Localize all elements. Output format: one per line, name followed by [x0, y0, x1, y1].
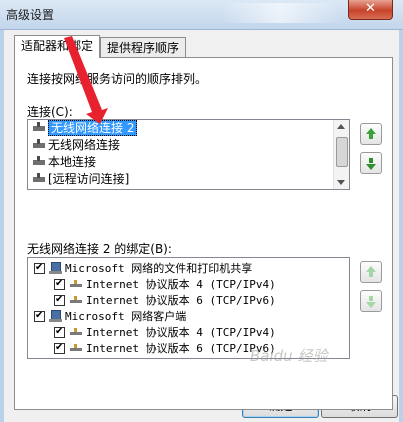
binding-label: Internet 协议版本 4 (TCP/IPv4) — [86, 326, 276, 339]
binding-checkbox[interactable] — [54, 292, 65, 308]
binding-item[interactable]: Internet 协议版本 4 (TCP/IPv4) — [28, 324, 349, 340]
arrow-up-stem — [369, 134, 373, 139]
connection-item[interactable]: [远程访问连接] — [28, 171, 349, 188]
connection-label: 本地连接 — [48, 155, 97, 169]
network-connection-icon — [32, 122, 46, 134]
protocol-icon — [70, 343, 82, 353]
remote-access-icon — [32, 173, 46, 185]
tab-provider-order[interactable]: 提供程序顺序 — [100, 37, 187, 57]
move-binding-up-button[interactable] — [360, 261, 382, 283]
binding-label: Internet 协议版本 4 (TCP/IPv4) — [86, 278, 276, 291]
window-title: 高级设置 — [6, 8, 55, 22]
title-bar: 高级设置 ✕ — [0, 0, 403, 30]
binding-checkbox[interactable] — [34, 308, 45, 324]
protocol-icon — [70, 295, 82, 305]
binding-label: Internet 协议版本 6 (TCP/IPv6) — [86, 294, 276, 307]
watermark: Baidu 经验 — [250, 347, 328, 365]
arrow-down-stem — [369, 296, 373, 301]
arrow-down-icon — [366, 164, 376, 170]
file-printer-sharing-icon — [49, 262, 62, 274]
arrow-up-stem — [369, 272, 373, 277]
binding-item[interactable]: Microsoft 网络客户端 — [28, 308, 349, 324]
connection-item[interactable]: 本地连接 — [28, 154, 349, 171]
protocol-icon — [70, 279, 82, 289]
connection-item[interactable]: 无线网络连接 — [28, 137, 349, 154]
network-connection-icon — [32, 156, 46, 168]
binding-item[interactable]: Internet 协议版本 4 (TCP/IPv4) — [28, 276, 349, 292]
scroll-down-icon[interactable] — [337, 180, 345, 185]
arrow-down-stem — [369, 158, 373, 163]
annotation-arrow-icon — [64, 36, 108, 124]
binding-label: Microsoft 网络客户端 — [65, 310, 187, 323]
order-description: 连接按网络服务访问的顺序排列。 — [27, 72, 208, 86]
connection-label: 无线网络连接 — [48, 138, 121, 152]
close-button[interactable]: ✕ — [348, 0, 393, 20]
binding-checkbox[interactable] — [54, 324, 65, 340]
connections-list[interactable]: 无线网络连接 2 无线网络连接 本地连接 [远程访问连接] — [27, 119, 350, 190]
connection-label: [远程访问连接] — [48, 172, 130, 186]
scroll-up-icon[interactable] — [337, 124, 345, 129]
protocol-icon — [70, 327, 82, 337]
network-client-icon — [49, 310, 62, 322]
binding-checkbox[interactable] — [34, 260, 45, 276]
binding-checkbox[interactable] — [54, 340, 65, 356]
bindings-list[interactable]: Microsoft 网络的文件和打印机共享 Internet 协议版本 4 (T… — [27, 257, 350, 359]
binding-checkbox[interactable] — [54, 276, 65, 292]
move-binding-down-button[interactable] — [360, 290, 382, 312]
bindings-label: 无线网络连接 2 的绑定(B): — [27, 242, 172, 256]
scroll-thumb[interactable] — [336, 137, 348, 167]
binding-item[interactable]: Internet 协议版本 6 (TCP/IPv6) — [28, 292, 349, 308]
move-connection-up-button[interactable] — [360, 123, 382, 145]
move-connection-down-button[interactable] — [360, 152, 382, 174]
binding-label: Internet 协议版本 6 (TCP/IPv6) — [86, 342, 276, 355]
binding-item[interactable]: Microsoft 网络的文件和打印机共享 — [28, 260, 349, 276]
connections-scrollbar[interactable] — [333, 120, 349, 189]
title-bar-glare — [220, 3, 340, 23]
network-connection-icon — [32, 139, 46, 151]
binding-label: Microsoft 网络的文件和打印机共享 — [65, 262, 253, 275]
arrow-down-icon — [366, 302, 376, 308]
